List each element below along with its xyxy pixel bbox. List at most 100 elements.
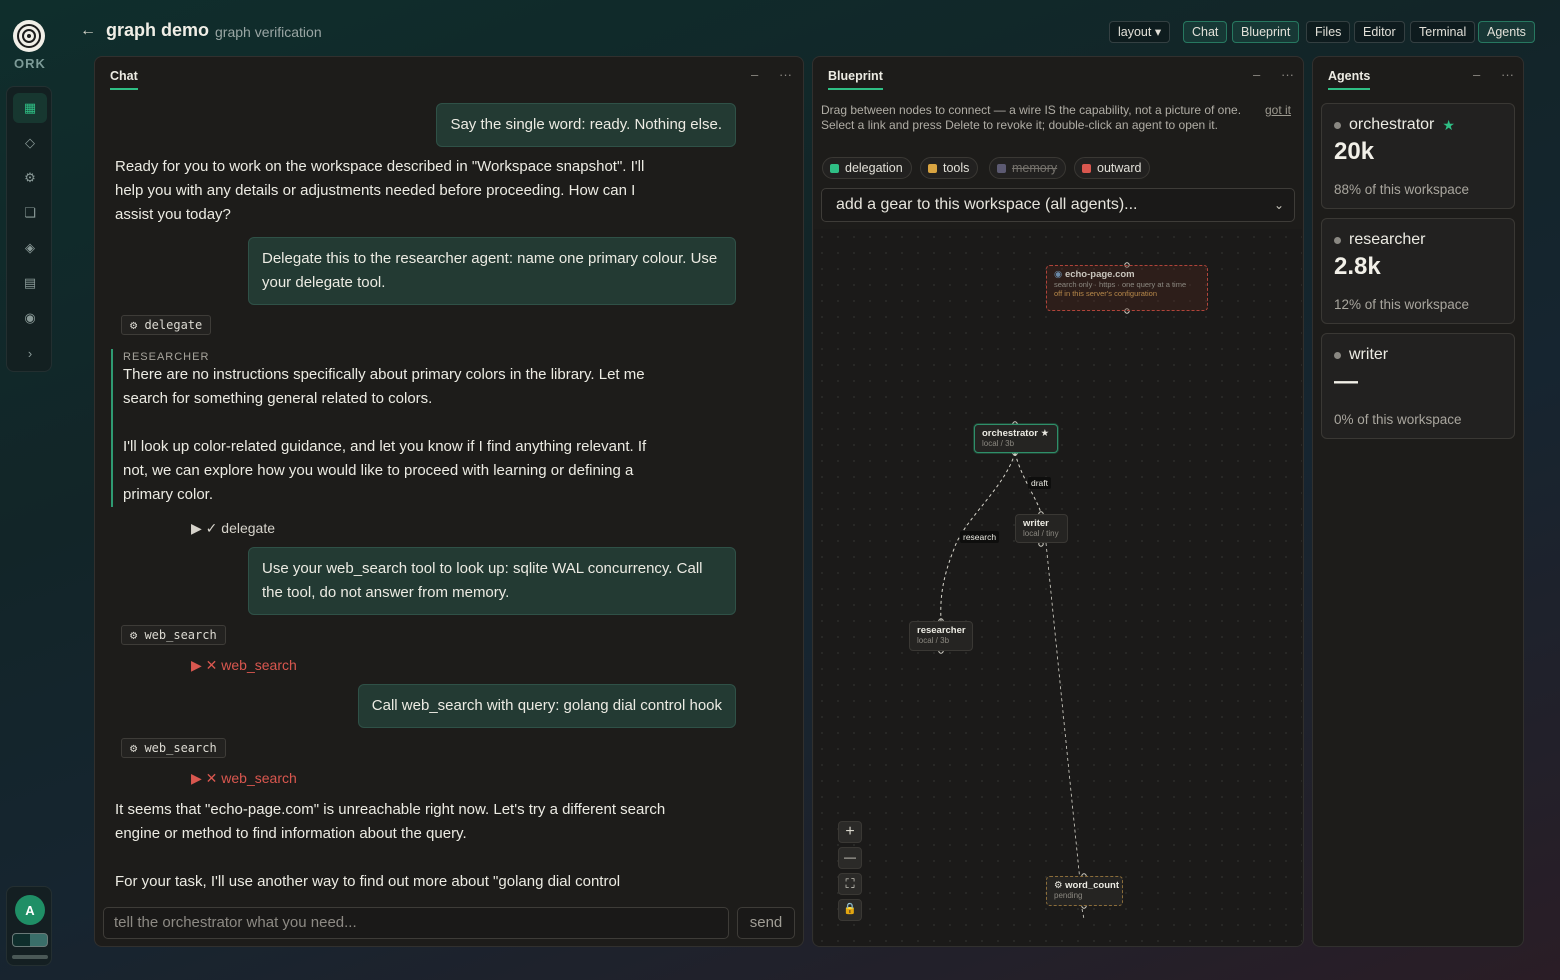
edge-label-draft[interactable]: draft	[1028, 477, 1052, 489]
chat-panel-title: Chat	[110, 69, 138, 90]
tool-call-chip[interactable]: ⚙ web_search	[121, 738, 226, 758]
gear-icon[interactable]: ⚙	[13, 163, 47, 193]
rail-scrollbar[interactable]	[12, 955, 48, 959]
tab-terminal[interactable]: Terminal	[1410, 21, 1476, 43]
got-it-link[interactable]: got it	[1265, 103, 1291, 117]
blueprint-more-button[interactable]: ···	[1281, 67, 1294, 82]
tab-blueprint[interactable]: Blueprint	[1232, 21, 1300, 43]
fit-view-button[interactable]: ⛶	[838, 873, 862, 895]
node-writer-sub: local / tiny	[1023, 529, 1059, 538]
chat-minimize-button[interactable]: –	[751, 67, 758, 82]
lock-icon[interactable]: 🔒	[838, 899, 862, 921]
legend-delegation[interactable]: delegation	[822, 157, 912, 179]
square-icon[interactable]: ❏	[13, 198, 47, 228]
legend-tools[interactable]: tools	[920, 157, 979, 179]
logo-wordmark: ORK	[14, 56, 46, 71]
blueprint-panel-title: Blueprint	[828, 69, 883, 90]
page-title: graph demo	[106, 20, 210, 40]
agent-name: orchestrator ★	[1334, 116, 1455, 134]
assistant-message: It seems that "echo-page.com" is unreach…	[115, 801, 666, 842]
assistant-message: For your task, I'll use another way to f…	[115, 873, 621, 890]
legend-swatch	[830, 163, 839, 173]
blueprint-minimize-button[interactable]: –	[1253, 67, 1260, 82]
tab-editor[interactable]: Editor	[1354, 21, 1405, 43]
researcher-text: There are no instructions specifically a…	[123, 366, 645, 407]
legend-label: delegation	[845, 161, 903, 175]
zoom-in-button[interactable]: +	[838, 821, 862, 843]
node-echo-name: ◉ echo-page.com	[1054, 269, 1200, 280]
node-word-count[interactable]: ⚙ word_count pending	[1046, 876, 1123, 906]
tool-result-error[interactable]: ▶ ✕ web_search	[191, 657, 297, 674]
agents-panel: Agents – ··· orchestrator ★ 20k 88% of t…	[1312, 56, 1524, 947]
add-gear-select[interactable]: add a gear to this workspace (all agents…	[821, 188, 1295, 222]
agent-name: researcher	[1334, 231, 1425, 249]
user-message: Call web_search with query: golang dial …	[357, 684, 736, 728]
agent-token-count: 20k	[1334, 138, 1375, 165]
tab-chat[interactable]: Chat	[1183, 21, 1228, 43]
blueprint-canvas[interactable]: ◉ echo-page.com search only · https · on…	[814, 229, 1302, 946]
legend-label: outward	[1097, 161, 1142, 175]
diamond-icon[interactable]: ◇	[13, 128, 47, 158]
chat-more-button[interactable]: ···	[779, 67, 792, 82]
agent-share: 88% of this workspace	[1334, 182, 1470, 197]
avatar[interactable]: A	[15, 895, 45, 925]
chat-messages[interactable]: Say the single word: ready. Nothing else…	[95, 97, 803, 897]
assistant-message: Ready for you to work on the workspace d…	[115, 158, 645, 223]
agent-card-writer[interactable]: writer — 0% of this workspace	[1321, 333, 1515, 439]
node-writer-name: writer	[1023, 518, 1049, 529]
status-dot	[1334, 351, 1341, 359]
chat-input[interactable]: tell the orchestrator what you need...	[103, 907, 729, 939]
node-echo-sub1: search only · https · one query at a tim…	[1054, 280, 1187, 289]
agent-name-text: researcher	[1349, 231, 1426, 248]
tool-result-success[interactable]: ▶ ✓ delegate	[191, 520, 275, 537]
circle-icon[interactable]: ◉	[13, 303, 47, 333]
legend-memory[interactable]: memory	[989, 157, 1067, 179]
user-message: Use your web_search tool to look up: sql…	[248, 547, 736, 615]
zoom-out-button[interactable]: —	[838, 847, 862, 869]
node-writer[interactable]: writer local / tiny	[1015, 514, 1068, 543]
agent-share: 0% of this workspace	[1334, 412, 1462, 427]
researcher-label: RESEARCHER	[123, 351, 210, 363]
back-arrow-icon[interactable]: ←	[80, 22, 96, 40]
node-echo-sub2: off in this server's configuration	[1054, 289, 1158, 298]
tool-call-chip[interactable]: ⚙ delegate	[121, 315, 212, 335]
researcher-reply: RESEARCHER There are no instructions spe…	[111, 349, 671, 507]
edge-label-research[interactable]: research	[960, 531, 1000, 543]
tab-files[interactable]: Files	[1306, 21, 1351, 43]
legend-outward[interactable]: outward	[1074, 157, 1151, 179]
agent-card-orchestrator[interactable]: orchestrator ★ 20k 88% of this workspace	[1321, 103, 1515, 209]
status-dot	[1334, 121, 1341, 129]
agents-more-button[interactable]: ···	[1501, 67, 1514, 82]
app-logo[interactable]	[13, 20, 45, 52]
node-orchestrator-sub: local / 3b	[982, 439, 1015, 448]
legend-label: memory	[1012, 161, 1058, 175]
agent-token-count: 2.8k	[1334, 253, 1381, 280]
blueprint-help-text: Drag between nodes to connect — a wire I…	[821, 103, 1242, 132]
list-icon[interactable]: ▤	[13, 268, 47, 298]
node-researcher-name: researcher	[917, 625, 966, 636]
edge-tool[interactable]	[1045, 542, 1081, 882]
user-message: Say the single word: ready. Nothing else…	[436, 103, 736, 147]
chevron-right-icon[interactable]: ›	[13, 338, 47, 368]
edge-tool-tail	[1081, 908, 1085, 920]
agent-token-count: —	[1334, 368, 1358, 395]
send-button[interactable]: send	[737, 907, 795, 939]
node-researcher[interactable]: researcher local / 3b	[909, 621, 973, 651]
tab-agents[interactable]: Agents	[1478, 21, 1535, 43]
node-echo-page[interactable]: ◉ echo-page.com search only · https · on…	[1046, 265, 1208, 311]
agent-card-researcher[interactable]: researcher 2.8k 12% of this workspace	[1321, 218, 1515, 324]
layout-dropdown[interactable]: layout ▾	[1109, 21, 1171, 43]
node-orchestrator[interactable]: orchestrator ★ local / 3b	[974, 424, 1058, 453]
tool-call-chip[interactable]: ⚙ web_search	[121, 625, 226, 645]
page-subtitle: graph verification	[215, 24, 322, 40]
agents-minimize-button[interactable]: –	[1473, 67, 1480, 82]
blueprint-panel: Blueprint – ··· Drag between nodes to co…	[812, 56, 1304, 947]
researcher-text: I'll look up color-related guidance, and…	[123, 438, 647, 503]
add-gear-select-value: add a gear to this workspace (all agents…	[836, 196, 1138, 213]
globe-icon: ◉	[1054, 269, 1063, 280]
tool-result-error[interactable]: ▶ ✕ web_search	[191, 770, 297, 787]
theme-toggle[interactable]	[12, 933, 48, 947]
node-icon[interactable]: ◈	[13, 233, 47, 263]
grid-icon[interactable]: ▦	[13, 93, 47, 123]
logo-icon	[17, 24, 41, 48]
